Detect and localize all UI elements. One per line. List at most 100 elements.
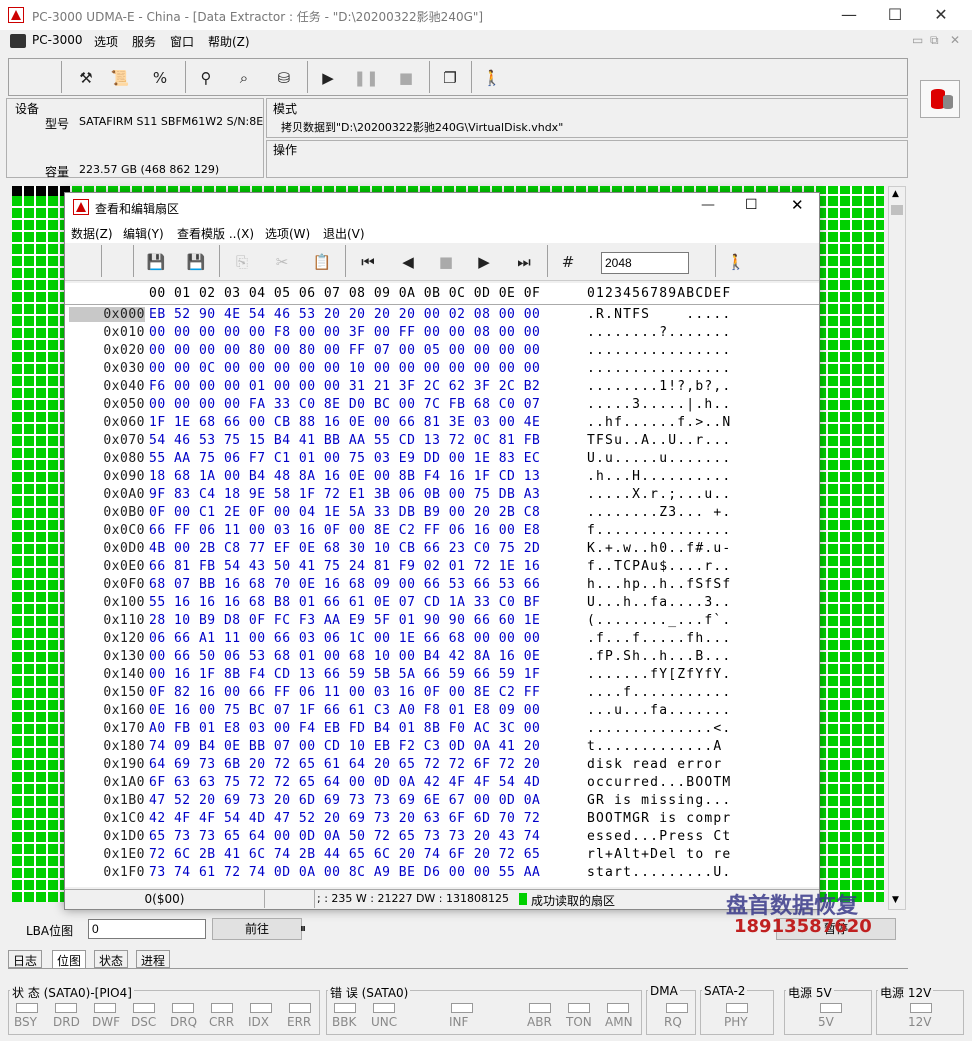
hex-row[interactable]: 0x1A0 6F 63 63 75 72 72 65 64 00 0D 0A 42… bbox=[65, 775, 819, 793]
hex-row[interactable]: 0x1E0 72 6C 2B 41 6C 74 2B 44 65 6C 20 74… bbox=[65, 847, 819, 865]
scroll-thumb[interactable] bbox=[891, 205, 903, 215]
dlg-menu-template[interactable]: 查看模版 ..(X) bbox=[177, 225, 254, 242]
tab-bitmap[interactable]: 位图 bbox=[52, 950, 87, 968]
db-icon[interactable] bbox=[920, 80, 960, 118]
row-hex-bytes[interactable]: 74 09 B4 0E BB 07 00 CD 10 EB F2 C3 0D 0… bbox=[149, 739, 540, 754]
tools-icon[interactable]: ⚒ bbox=[73, 65, 99, 91]
hex-row[interactable]: 0x030 00 00 0C 00 00 00 00 00 10 00 00 00… bbox=[65, 361, 819, 379]
tree-icon[interactable]: ⚲ bbox=[193, 65, 219, 91]
row-ascii[interactable]: ....f........... bbox=[587, 685, 731, 700]
hex-row[interactable]: 0x1C0 42 4F 4F 54 4D 47 52 20 69 73 20 63… bbox=[65, 811, 819, 829]
scroll-down-icon[interactable]: ▼ bbox=[892, 895, 899, 905]
hex-row[interactable]: 0x170 A0 FB 01 E8 03 00 F4 EB FD B4 01 8B… bbox=[65, 721, 819, 739]
hex-row[interactable]: 0x100 55 16 16 16 68 B8 01 66 61 0E 07 CD… bbox=[65, 595, 819, 613]
row-ascii[interactable]: .....3.....|.h.. bbox=[587, 397, 731, 412]
hex-row[interactable]: 0x0B0 0F 00 C1 2E 0F 00 04 1E 5A 33 DB B9… bbox=[65, 505, 819, 523]
hex-row[interactable]: 0x1B0 47 52 20 69 73 20 6D 69 73 73 69 6E… bbox=[65, 793, 819, 811]
row-hex-bytes[interactable]: 4B 00 2B C8 77 EF 0E 68 30 10 CB 66 23 C… bbox=[149, 541, 540, 556]
hex-row[interactable]: 0x1D0 65 73 73 65 64 00 0D 0A 50 72 65 73… bbox=[65, 829, 819, 847]
row-hex-bytes[interactable]: 72 6C 2B 41 6C 74 2B 44 65 6C 20 74 6F 2… bbox=[149, 847, 540, 862]
hex-row[interactable]: 0x0D0 4B 00 2B C8 77 EF 0E 68 30 10 CB 66… bbox=[65, 541, 819, 559]
copy-icon[interactable]: ⎘ bbox=[229, 249, 255, 275]
row-ascii[interactable]: ........Z3... +. bbox=[587, 505, 731, 520]
hex-view[interactable]: 00 01 02 03 04 05 06 07 08 09 0A 0B 0C 0… bbox=[65, 283, 819, 887]
bitmap-scrollbar[interactable]: ▲ ▼ bbox=[888, 186, 906, 910]
row-hex-bytes[interactable]: 68 07 BB 16 68 70 0E 16 68 09 00 66 53 6… bbox=[149, 577, 540, 592]
cut-icon[interactable]: ✂ bbox=[269, 249, 295, 275]
next-sector-icon[interactable]: ▶ bbox=[471, 249, 497, 275]
pause-icon[interactable]: ❚❚ bbox=[353, 65, 379, 91]
stop-read-icon[interactable]: ■ bbox=[433, 249, 459, 275]
row-ascii[interactable]: disk read error bbox=[587, 757, 731, 772]
row-ascii[interactable]: TFSu..A..U..r... bbox=[587, 433, 731, 448]
disk-icon[interactable]: ⛁ bbox=[271, 65, 297, 91]
hex-row[interactable]: 0x0C0 66 FF 06 11 00 03 16 0F 00 8E C2 FF… bbox=[65, 523, 819, 541]
hex-row[interactable]: 0x140 00 16 1F 8B F4 CD 13 66 59 5B 5A 66… bbox=[65, 667, 819, 685]
dialog-exit-icon[interactable]: 🚶 bbox=[723, 249, 749, 275]
row-hex-bytes[interactable]: 55 16 16 16 68 B8 01 66 61 0E 07 CD 1A 3… bbox=[149, 595, 540, 610]
tab-log[interactable]: 日志 bbox=[8, 950, 43, 968]
hex-row[interactable]: 0x190 64 69 73 6B 20 72 65 61 64 20 65 72… bbox=[65, 757, 819, 775]
row-ascii[interactable]: ........1!?,b?,. bbox=[587, 379, 731, 394]
hex-row[interactable]: 0x0F0 68 07 BB 16 68 70 0E 16 68 09 00 66… bbox=[65, 577, 819, 595]
row-ascii[interactable]: GR is missing... bbox=[587, 793, 731, 808]
exit-icon[interactable]: 🚶 bbox=[479, 65, 505, 91]
row-hex-bytes[interactable]: 73 74 61 72 74 0D 0A 00 8C A9 BE D6 00 0… bbox=[149, 865, 540, 880]
goto-button[interactable]: 前往 bbox=[212, 918, 302, 940]
row-ascii[interactable]: occurred...BOOTM bbox=[587, 775, 731, 790]
row-ascii[interactable]: start.........U. bbox=[587, 865, 731, 880]
binoculars-icon[interactable]: ⌕ bbox=[231, 65, 257, 91]
row-ascii[interactable]: f............... bbox=[587, 523, 731, 538]
dialog-maximize-button[interactable]: ☐ bbox=[745, 197, 758, 213]
hex-row[interactable]: 0x080 55 AA 75 06 F7 C1 01 00 75 03 E9 DD… bbox=[65, 451, 819, 469]
row-ascii[interactable]: U...h..fa....3.. bbox=[587, 595, 731, 610]
row-hex-bytes[interactable]: 66 FF 06 11 00 03 16 0F 00 8E C2 FF 06 1… bbox=[149, 523, 540, 538]
menu-pc3000[interactable]: PC-3000 bbox=[32, 33, 82, 47]
minimize-button[interactable]: — bbox=[826, 0, 872, 30]
prev-sector-icon[interactable]: ◀ bbox=[395, 249, 421, 275]
lba-pause-icon[interactable]: ⏸ bbox=[300, 921, 306, 936]
row-hex-bytes[interactable]: 00 00 0C 00 00 00 00 00 10 00 00 00 00 0… bbox=[149, 361, 540, 376]
row-hex-bytes[interactable]: 0F 00 C1 2E 0F 00 04 1E 5A 33 DB B9 00 2… bbox=[149, 505, 540, 520]
row-hex-bytes[interactable]: 55 AA 75 06 F7 C1 01 00 75 03 E9 DD 00 1… bbox=[149, 451, 540, 466]
mdi-close-icon[interactable]: ✕ bbox=[950, 33, 960, 47]
percent-icon[interactable]: % bbox=[147, 65, 173, 91]
goto-sector-icon[interactable]: # bbox=[555, 249, 581, 275]
menu-help[interactable]: 帮助(Z) bbox=[208, 33, 250, 50]
sector-number-input[interactable] bbox=[601, 252, 689, 274]
row-hex-bytes[interactable]: 0F 82 16 00 66 FF 06 11 00 03 16 0F 00 8… bbox=[149, 685, 540, 700]
hex-row[interactable]: 0x150 0F 82 16 00 66 FF 06 11 00 03 16 0F… bbox=[65, 685, 819, 703]
row-ascii[interactable]: h...hp..h..fSfSf bbox=[587, 577, 731, 592]
row-ascii[interactable]: (........_...f`. bbox=[587, 613, 731, 628]
first-sector-icon[interactable]: ⏮ bbox=[355, 249, 381, 275]
tab-process[interactable]: 进程 bbox=[136, 950, 171, 968]
row-ascii[interactable]: ..hf......f.>..N bbox=[587, 415, 731, 430]
scroll-up-icon[interactable]: ▲ bbox=[892, 189, 899, 199]
row-hex-bytes[interactable]: 18 68 1A 00 B4 48 8A 16 0E 00 8B F4 16 1… bbox=[149, 469, 540, 484]
row-ascii[interactable]: .R.NTFS ..... bbox=[587, 307, 731, 322]
row-hex-bytes[interactable]: 64 69 73 6B 20 72 65 61 64 20 65 72 72 6… bbox=[149, 757, 540, 772]
hex-row[interactable]: 0x0A0 9F 83 C4 18 9E 58 1F 72 E1 3B 06 0B… bbox=[65, 487, 819, 505]
hex-row[interactable]: 0x050 00 00 00 00 FA 33 C0 8E D0 BC 00 7C… bbox=[65, 397, 819, 415]
tab-status[interactable]: 状态 bbox=[94, 950, 129, 968]
row-hex-bytes[interactable]: 0E 16 00 75 BC 07 1F 66 61 C3 A0 F8 01 E… bbox=[149, 703, 540, 718]
hex-row[interactable]: 0x070 54 46 53 75 15 B4 41 BB AA 55 CD 13… bbox=[65, 433, 819, 451]
row-ascii[interactable]: .h...H.......... bbox=[587, 469, 731, 484]
row-ascii[interactable]: K.+.w..h0..f#.u- bbox=[587, 541, 731, 556]
stop-icon[interactable]: ■ bbox=[393, 65, 419, 91]
hex-row[interactable]: 0x160 0E 16 00 75 BC 07 1F 66 61 C3 A0 F8… bbox=[65, 703, 819, 721]
dlg-menu-exit[interactable]: 退出(V) bbox=[323, 225, 365, 242]
row-hex-bytes[interactable]: 06 66 A1 11 00 66 03 06 1C 00 1E 66 68 0… bbox=[149, 631, 540, 646]
hex-row[interactable]: 0x110 28 10 B9 D8 0F FC F3 AA E9 5F 01 90… bbox=[65, 613, 819, 631]
row-hex-bytes[interactable]: 28 10 B9 D8 0F FC F3 AA E9 5F 01 90 90 6… bbox=[149, 613, 540, 628]
row-hex-bytes[interactable]: 66 81 FB 54 43 50 41 75 24 81 F9 02 01 7… bbox=[149, 559, 540, 574]
dlg-menu-edit[interactable]: 编辑(Y) bbox=[123, 225, 164, 242]
row-hex-bytes[interactable]: 00 00 00 00 00 F8 00 00 3F 00 FF 00 00 0… bbox=[149, 325, 540, 340]
dlg-menu-options[interactable]: 选项(W) bbox=[265, 225, 310, 242]
hex-row[interactable]: 0x120 06 66 A1 11 00 66 03 06 1C 00 1E 66… bbox=[65, 631, 819, 649]
paste-icon[interactable]: 📋 bbox=[309, 249, 335, 275]
save-icon[interactable]: 💾 bbox=[143, 249, 169, 275]
row-ascii[interactable]: ................ bbox=[587, 343, 731, 358]
play-icon[interactable]: ▶ bbox=[315, 65, 341, 91]
hex-row[interactable]: 0x040 F6 00 00 00 01 00 00 00 31 21 3F 2C… bbox=[65, 379, 819, 397]
